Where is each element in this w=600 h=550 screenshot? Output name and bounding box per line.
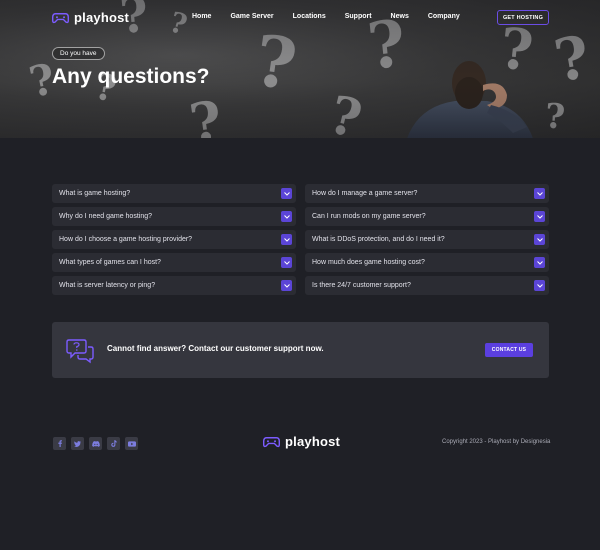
- support-banner: Cannot find answer? Contact our customer…: [52, 322, 549, 378]
- faq-question: Is there 24/7 customer support?: [312, 282, 411, 289]
- nav-link-company[interactable]: Company: [428, 13, 460, 20]
- chevron-down-icon[interactable]: [281, 280, 292, 291]
- social-links: [53, 437, 138, 450]
- nav-links: Home Game Server Locations Support News …: [192, 13, 479, 20]
- logo[interactable]: playhost: [52, 10, 129, 25]
- nav-link-game-server[interactable]: Game Server: [230, 13, 273, 20]
- logo-text: playhost: [74, 10, 130, 25]
- nav-link-support[interactable]: Support: [345, 13, 372, 20]
- faq-item[interactable]: Can I run mods on my game server?: [305, 207, 549, 226]
- support-message: Cannot find answer? Contact our customer…: [107, 344, 324, 353]
- twitter-icon[interactable]: [71, 437, 84, 450]
- faq-question: How do I manage a game server?: [312, 190, 418, 197]
- copyright-text: Copyright 2023 - Playhost by Designesia: [442, 439, 551, 445]
- faq-item[interactable]: What is DDoS protection, and do I need i…: [305, 230, 549, 249]
- chevron-down-icon[interactable]: [534, 257, 545, 268]
- faq-question: What is game hosting?: [59, 190, 131, 197]
- nav-link-news[interactable]: News: [391, 13, 409, 20]
- faq-question: How much does game hosting cost?: [312, 259, 425, 266]
- faq-question: What is server latency or ping?: [59, 282, 156, 289]
- faq-item[interactable]: What is server latency or ping?: [52, 276, 296, 295]
- page-title: Any questions?: [52, 65, 210, 88]
- chevron-down-icon[interactable]: [534, 188, 545, 199]
- faq-item[interactable]: Is there 24/7 customer support?: [305, 276, 549, 295]
- faq-column-right: How do I manage a game server? Can I run…: [305, 184, 549, 299]
- faq-item[interactable]: How do I choose a game hosting provider?: [52, 230, 296, 249]
- nav-link-locations[interactable]: Locations: [293, 13, 326, 20]
- discord-icon[interactable]: [89, 437, 102, 450]
- gamepad-icon: [263, 436, 280, 447]
- chevron-down-icon[interactable]: [281, 211, 292, 222]
- gamepad-icon: [52, 12, 69, 23]
- chevron-down-icon[interactable]: [281, 234, 292, 245]
- faq-item[interactable]: Why do I need game hosting?: [52, 207, 296, 226]
- facebook-icon[interactable]: [53, 437, 66, 450]
- nav-link-home[interactable]: Home: [192, 13, 211, 20]
- contact-us-button[interactable]: CONTACT US: [485, 343, 533, 357]
- chevron-down-icon[interactable]: [534, 234, 545, 245]
- youtube-icon[interactable]: [125, 437, 138, 450]
- faq-column-left: What is game hosting? Why do I need game…: [52, 184, 296, 299]
- faq-question: Why do I need game hosting?: [59, 213, 153, 220]
- chevron-down-icon[interactable]: [281, 188, 292, 199]
- tiktok-icon[interactable]: [107, 437, 120, 450]
- footer-logo[interactable]: playhost: [263, 434, 340, 449]
- faq-item[interactable]: How much does game hosting cost?: [305, 253, 549, 272]
- chevron-down-icon[interactable]: [281, 257, 292, 268]
- chevron-down-icon[interactable]: [534, 211, 545, 222]
- chat-question-icon: [66, 339, 94, 364]
- faq-question: What types of games can I host?: [59, 259, 161, 266]
- top-nav: playhost Home Game Server Locations Supp…: [0, 0, 600, 34]
- hero-pill: Do you have: [52, 47, 105, 60]
- chevron-down-icon[interactable]: [534, 280, 545, 291]
- faq-question: How do I choose a game hosting provider?: [59, 236, 193, 243]
- get-hosting-button[interactable]: GET HOSTING: [497, 10, 549, 25]
- faq-item[interactable]: What is game hosting?: [52, 184, 296, 203]
- logo-text: playhost: [285, 434, 341, 449]
- faq-item[interactable]: How do I manage a game server?: [305, 184, 549, 203]
- faq-item[interactable]: What types of games can I host?: [52, 253, 296, 272]
- faq-question: Can I run mods on my game server?: [312, 213, 426, 220]
- faq-question: What is DDoS protection, and do I need i…: [312, 236, 445, 243]
